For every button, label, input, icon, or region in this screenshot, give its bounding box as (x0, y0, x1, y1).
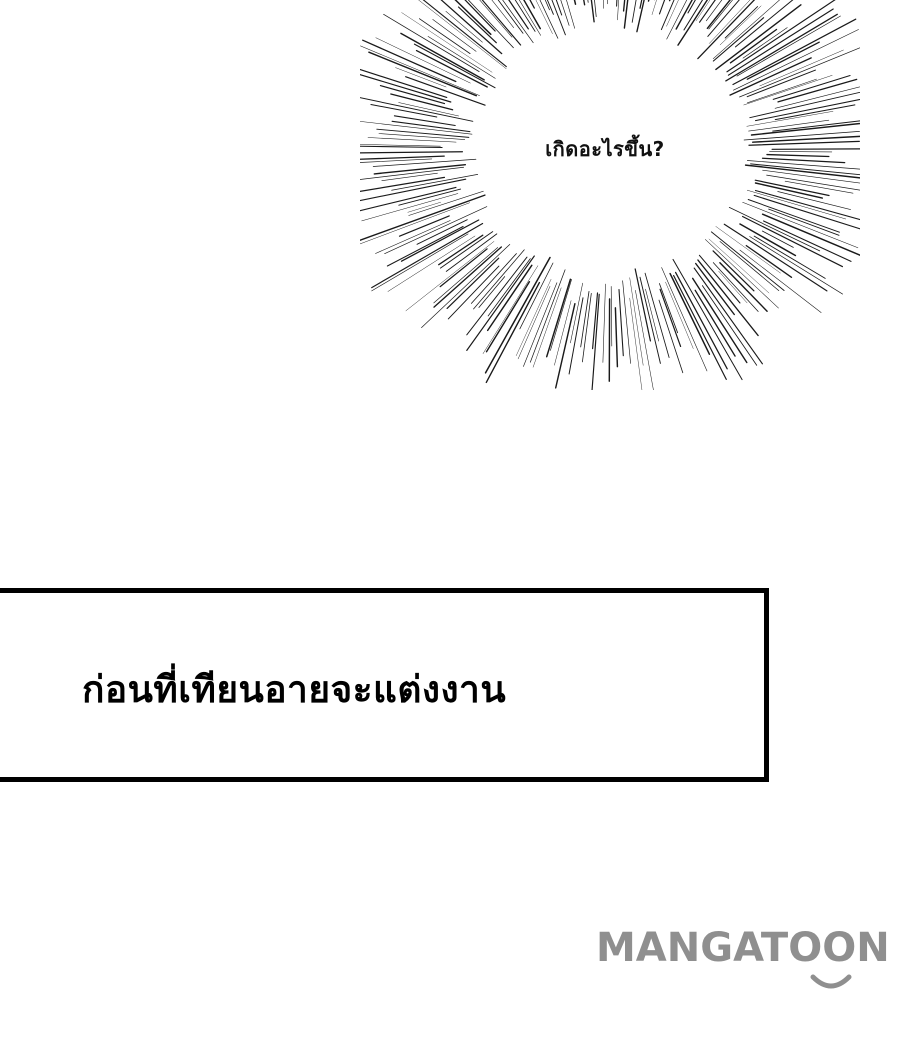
speed-line (766, 153, 830, 158)
speed-line (658, 283, 679, 334)
speed-line (754, 98, 860, 122)
speed-line (763, 220, 852, 262)
speed-line (754, 182, 824, 199)
speed-line (751, 135, 860, 143)
speed-line (568, 297, 584, 375)
speed-line (639, 0, 643, 9)
speed-line (614, 307, 619, 368)
speed-line (539, 0, 559, 39)
speed-line (617, 0, 619, 21)
speed-line (484, 256, 551, 374)
speed-line (602, 283, 606, 363)
speed-line (360, 45, 480, 96)
speed-line (393, 115, 456, 127)
speed-line (573, 0, 577, 5)
speed-line (439, 231, 494, 269)
speed-line (618, 288, 624, 357)
speed-line (623, 0, 629, 29)
speed-line (445, 10, 483, 43)
narration-text: ก่อนที่เทียนอายจะแต่งงาน (82, 668, 507, 711)
speed-line (485, 281, 541, 384)
speed-line (387, 235, 476, 292)
speed-line (636, 0, 645, 33)
speed-line (607, 0, 608, 5)
speed-line (408, 190, 484, 216)
speed-line (376, 128, 470, 138)
speed-line (666, 0, 688, 40)
speed-line (398, 188, 462, 206)
speed-line (769, 151, 833, 153)
speed-line (658, 299, 684, 374)
speed-line (683, 0, 704, 31)
speed-line (753, 235, 826, 279)
speed-burst-effect (360, 0, 860, 390)
speed-line (749, 236, 843, 295)
speed-line (391, 174, 479, 191)
speed-line (519, 262, 554, 330)
speed-line (749, 91, 860, 119)
speed-line (360, 176, 446, 193)
speed-line (739, 249, 822, 313)
speed-line (669, 272, 711, 355)
speed-line (761, 157, 846, 164)
speed-line (360, 121, 473, 135)
speed-line (622, 0, 626, 12)
speed-line (395, 67, 447, 88)
speed-line (603, 0, 604, 9)
speed-line (743, 130, 860, 141)
speed-line (705, 239, 779, 309)
speed-line (407, 201, 441, 213)
speed-line (497, 0, 524, 34)
speed-line (709, 0, 751, 44)
speed-line (486, 264, 533, 332)
speed-line (360, 68, 448, 98)
speed-line (635, 290, 654, 390)
speed-line (693, 267, 763, 365)
speed-line (729, 28, 778, 64)
speed-line (433, 247, 499, 304)
speed-line (772, 75, 851, 100)
speed-line (750, 163, 860, 176)
speed-line (360, 194, 486, 241)
speed-line (400, 32, 485, 81)
speed-line (622, 280, 631, 364)
speed-line (583, 0, 586, 6)
speed-line (610, 286, 613, 347)
speed-line (629, 297, 643, 390)
speed-line (360, 151, 464, 154)
speed-line (379, 85, 446, 105)
watermark-logo: MANGATOON (596, 925, 900, 997)
speed-line (360, 144, 441, 147)
speed-line (651, 0, 657, 15)
speed-line (697, 0, 756, 60)
burst-speech-text: เกิดอะไรขึ้น? (545, 137, 665, 161)
speed-line (706, 0, 731, 30)
speed-line (774, 86, 860, 109)
speed-line (774, 104, 856, 121)
speed-line (590, 0, 595, 23)
speed-line (672, 258, 743, 381)
speed-line (660, 0, 675, 31)
smile-icon (810, 974, 852, 989)
watermark-text: MANGATOON (596, 925, 890, 971)
speed-line (446, 257, 500, 310)
